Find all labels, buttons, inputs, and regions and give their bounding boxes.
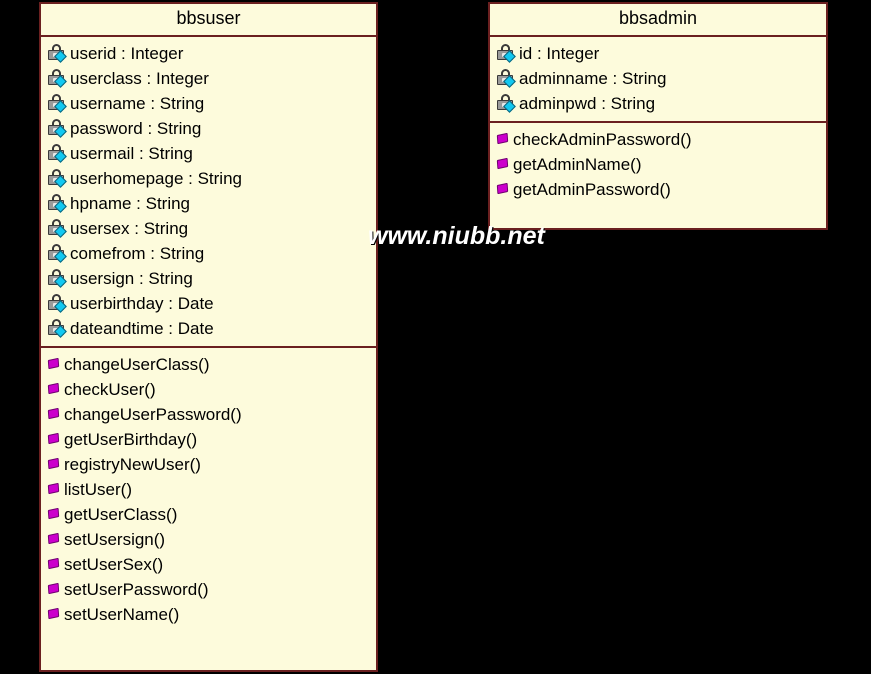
method-row[interactable]: changeUserClass() [41, 352, 376, 377]
public-method-diamond-icon [47, 506, 62, 522]
public-method-diamond-icon [47, 531, 62, 547]
public-method-diamond-icon [47, 431, 62, 447]
attribute-label: username : String [70, 93, 205, 113]
methods-compartment-bbsuser: changeUserClass() checkUser() changeUserPa… [41, 348, 376, 632]
public-method-diamond-icon [496, 131, 511, 147]
attribute-label: adminpwd : String [519, 93, 656, 113]
attribute-row[interactable]: adminname : String [490, 66, 826, 91]
public-method-diamond-icon [47, 481, 62, 497]
public-method-diamond-icon [496, 181, 511, 197]
attribute-label: dateandtime : Date [70, 318, 214, 338]
method-label: getAdminName() [513, 154, 642, 174]
uml-class-bbsadmin[interactable]: bbsadmin id : Integer adminname : String a… [488, 2, 828, 230]
attribute-label: usersex : String [70, 218, 189, 238]
attribute-row[interactable]: userid : Integer [41, 41, 376, 66]
method-row[interactable]: listUser() [41, 477, 376, 502]
attribute-label: userhomepage : String [70, 168, 242, 188]
attributes-compartment-bbsuser: userid : Integer userclass : Integer usern… [41, 37, 376, 348]
attribute-label: adminname : String [519, 68, 667, 88]
method-label: checkUser() [64, 379, 156, 399]
attribute-row[interactable]: comefrom : String [41, 241, 376, 266]
method-row[interactable]: changeUserPassword() [41, 402, 376, 427]
attribute-row[interactable]: adminpwd : String [490, 91, 826, 116]
public-method-diamond-icon [47, 406, 62, 422]
public-method-diamond-icon [47, 606, 62, 622]
private-attribute-padlock-icon [47, 118, 69, 138]
method-label: setUsersign() [64, 529, 166, 549]
method-label: getUserBirthday() [64, 429, 198, 449]
attribute-row[interactable]: userhomepage : String [41, 166, 376, 191]
private-attribute-padlock-icon [496, 43, 518, 63]
attribute-label: userid : Integer [70, 43, 184, 63]
method-label: listUser() [64, 479, 132, 499]
attribute-label: usersign : String [70, 268, 193, 288]
method-label: getUserClass() [64, 504, 178, 524]
method-row[interactable]: setUserSex() [41, 552, 376, 577]
attribute-label: password : String [70, 118, 202, 138]
attribute-row[interactable]: hpname : String [41, 191, 376, 216]
public-method-diamond-icon [47, 581, 62, 597]
private-attribute-padlock-icon [47, 93, 69, 113]
private-attribute-padlock-icon [47, 193, 69, 213]
attribute-row[interactable]: userclass : Integer [41, 66, 376, 91]
attribute-row[interactable]: password : String [41, 116, 376, 141]
private-attribute-padlock-icon [47, 218, 69, 238]
method-label: setUserSex() [64, 554, 164, 574]
public-method-diamond-icon [47, 381, 62, 397]
private-attribute-padlock-icon [496, 93, 518, 113]
attribute-label: usermail : String [70, 143, 193, 163]
watermark-text: www.niubb.net [368, 222, 545, 250]
method-row[interactable]: getAdminPassword() [490, 177, 826, 202]
private-attribute-padlock-icon [496, 68, 518, 88]
attribute-row[interactable]: userbirthday : Date [41, 291, 376, 316]
methods-compartment-bbsadmin: checkAdminPassword() getAdminName() getAdm… [490, 123, 826, 207]
attribute-row[interactable]: id : Integer [490, 41, 826, 66]
attribute-label: userbirthday : Date [70, 293, 214, 313]
attribute-row[interactable]: usersex : String [41, 216, 376, 241]
attribute-label: userclass : Integer [70, 68, 209, 88]
method-label: setUserPassword() [64, 579, 209, 599]
public-method-diamond-icon [496, 156, 511, 172]
method-row[interactable]: registryNewUser() [41, 452, 376, 477]
public-method-diamond-icon [47, 356, 62, 372]
method-label: checkAdminPassword() [513, 129, 692, 149]
method-label: registryNewUser() [64, 454, 201, 474]
attribute-label: hpname : String [70, 193, 191, 213]
class-name-bbsadmin: bbsadmin [490, 4, 826, 37]
private-attribute-padlock-icon [47, 318, 69, 338]
private-attribute-padlock-icon [47, 43, 69, 63]
uml-class-bbsuser[interactable]: bbsuser userid : Integer userclass : Inte… [39, 2, 378, 672]
method-label: changeUserPassword() [64, 404, 242, 424]
attribute-label: comefrom : String [70, 243, 205, 263]
method-row[interactable]: getAdminName() [490, 152, 826, 177]
method-label: getAdminPassword() [513, 179, 671, 199]
attribute-row[interactable]: dateandtime : Date [41, 316, 376, 341]
method-row[interactable]: getUserClass() [41, 502, 376, 527]
method-row[interactable]: checkUser() [41, 377, 376, 402]
private-attribute-padlock-icon [47, 293, 69, 313]
attribute-row[interactable]: usersign : String [41, 266, 376, 291]
method-row[interactable]: getUserBirthday() [41, 427, 376, 452]
attribute-label: id : Integer [519, 43, 600, 63]
attribute-row[interactable]: usermail : String [41, 141, 376, 166]
private-attribute-padlock-icon [47, 268, 69, 288]
method-label: changeUserClass() [64, 354, 210, 374]
method-row[interactable]: setUserPassword() [41, 577, 376, 602]
public-method-diamond-icon [47, 456, 62, 472]
private-attribute-padlock-icon [47, 168, 69, 188]
class-name-bbsuser: bbsuser [41, 4, 376, 37]
attributes-compartment-bbsadmin: id : Integer adminname : String adminpwd :… [490, 37, 826, 123]
public-method-diamond-icon [47, 556, 62, 572]
method-label: setUserName() [64, 604, 180, 624]
private-attribute-padlock-icon [47, 68, 69, 88]
attribute-row[interactable]: username : String [41, 91, 376, 116]
private-attribute-padlock-icon [47, 143, 69, 163]
method-row[interactable]: checkAdminPassword() [490, 127, 826, 152]
method-row[interactable]: setUsersign() [41, 527, 376, 552]
method-row[interactable]: setUserName() [41, 602, 376, 627]
private-attribute-padlock-icon [47, 243, 69, 263]
